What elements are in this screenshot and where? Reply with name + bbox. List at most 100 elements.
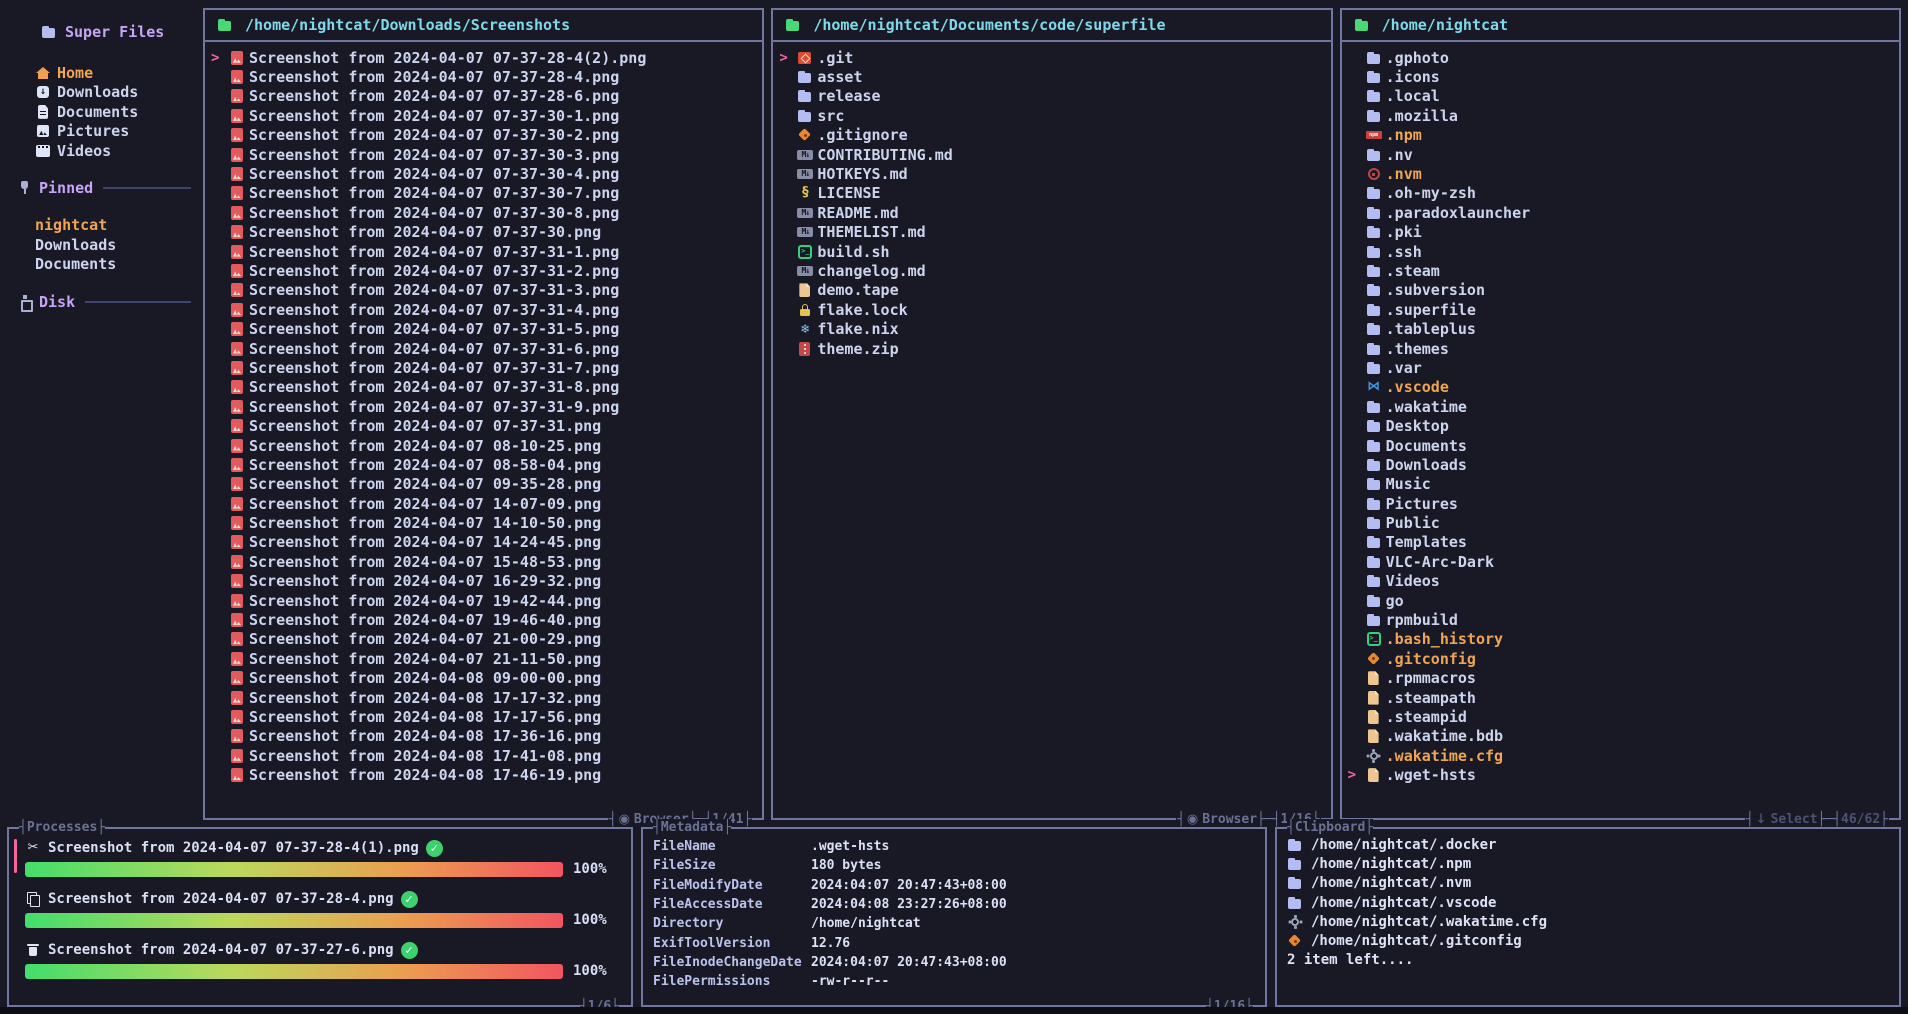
file-row[interactable]: LICENSE (779, 184, 1326, 203)
file-row[interactable]: theme.zip (779, 339, 1326, 358)
process-item[interactable]: Screenshot from 2024-04-07 07-37-28-4(1)… (25, 838, 615, 877)
file-row[interactable]: Screenshot from 2024-04-07 14-24-45.png (211, 533, 758, 552)
file-row[interactable]: .var (1348, 358, 1895, 377)
file-row[interactable]: .gphoto (1348, 48, 1895, 67)
file-row[interactable]: Pictures (1348, 494, 1895, 513)
file-row[interactable]: Screenshot from 2024-04-08 17-36-16.png (211, 727, 758, 746)
file-row[interactable]: .paradoxlauncher (1348, 203, 1895, 222)
file-row[interactable]: .superfile (1348, 300, 1895, 319)
file-row[interactable]: changelog.md (779, 261, 1326, 280)
file-row[interactable]: .bash_history (1348, 630, 1895, 649)
file-row[interactable]: .rpmmacros (1348, 669, 1895, 688)
file-row[interactable]: Screenshot from 2024-04-07 07-37-28-4.pn… (211, 67, 758, 86)
file-row[interactable]: release (779, 87, 1326, 106)
sidebar-item[interactable]: Documents (17, 102, 195, 121)
file-row[interactable]: flake.nix (779, 319, 1326, 338)
file-row[interactable]: Screenshot from 2024-04-07 07-37-30.png (211, 223, 758, 242)
file-row[interactable]: Screenshot from 2024-04-07 07-37-30-3.pn… (211, 145, 758, 164)
file-row[interactable]: .pki (1348, 223, 1895, 242)
file-row[interactable]: Screenshot from 2024-04-07 07-37-30-8.pn… (211, 203, 758, 222)
process-item[interactable]: Screenshot from 2024-04-07 07-37-27-6.pn… (25, 940, 615, 979)
file-row[interactable]: Screenshot from 2024-04-08 17-17-56.png (211, 707, 758, 726)
file-row[interactable]: Screenshot from 2024-04-07 14-10-50.png (211, 513, 758, 532)
file-row[interactable]: Desktop (1348, 416, 1895, 435)
file-row[interactable]: .icons (1348, 67, 1895, 86)
clipboard-item[interactable]: /home/nightcat/.docker (1287, 835, 1889, 854)
file-row[interactable]: Screenshot from 2024-04-07 07-37-31-9.pn… (211, 397, 758, 416)
file-row[interactable]: Screenshot from 2024-04-07 07-37-30-4.pn… (211, 164, 758, 183)
file-row[interactable]: HOTKEYS.md (779, 164, 1326, 183)
file-row[interactable]: demo.tape (779, 281, 1326, 300)
file-row[interactable]: .vscode (1348, 378, 1895, 397)
file-row[interactable]: flake.lock (779, 300, 1326, 319)
file-row[interactable]: .wget-hsts (1348, 765, 1895, 784)
file-row[interactable]: VLC-Arc-Dark (1348, 552, 1895, 571)
sidebar-item[interactable]: Downloads (17, 83, 195, 102)
file-row[interactable]: Screenshot from 2024-04-07 07-37-30-7.pn… (211, 184, 758, 203)
file-row[interactable]: .wakatime.bdb (1348, 727, 1895, 746)
pinned-item[interactable]: Documents (17, 255, 195, 274)
file-row[interactable]: Screenshot from 2024-04-07 07-37-28-4(2)… (211, 48, 758, 67)
file-row[interactable]: Screenshot from 2024-04-08 09-00-00.png (211, 669, 758, 688)
file-row[interactable]: build.sh (779, 242, 1326, 261)
file-row[interactable]: Screenshot from 2024-04-07 07-37-31-6.pn… (211, 339, 758, 358)
file-row[interactable]: .mozilla (1348, 106, 1895, 125)
file-row[interactable]: rpmbuild (1348, 610, 1895, 629)
process-item[interactable]: Screenshot from 2024-04-07 07-37-28-4.pn… (25, 889, 615, 928)
file-row[interactable]: .git (779, 48, 1326, 67)
file-row[interactable]: Screenshot from 2024-04-07 07-37-30-1.pn… (211, 106, 758, 125)
file-row[interactable]: Documents (1348, 436, 1895, 455)
file-row[interactable]: Screenshot from 2024-04-07 08-58-04.png (211, 455, 758, 474)
sidebar-item[interactable]: Pictures (17, 122, 195, 141)
file-row[interactable]: Screenshot from 2024-04-07 07-37-31.png (211, 416, 758, 435)
file-row[interactable]: Music (1348, 475, 1895, 494)
file-row[interactable]: Screenshot from 2024-04-07 07-37-31-8.pn… (211, 378, 758, 397)
file-row[interactable]: Screenshot from 2024-04-07 09-35-28.png (211, 475, 758, 494)
file-row[interactable]: Screenshot from 2024-04-08 17-41-08.png (211, 746, 758, 765)
file-row[interactable]: .wakatime (1348, 397, 1895, 416)
file-row[interactable]: Screenshot from 2024-04-07 19-46-40.png (211, 610, 758, 629)
clipboard-item[interactable]: /home/nightcat/.npm (1287, 854, 1889, 873)
file-row[interactable]: Screenshot from 2024-04-07 07-37-30-2.pn… (211, 126, 758, 145)
file-row[interactable]: Downloads (1348, 455, 1895, 474)
file-row[interactable]: Screenshot from 2024-04-07 16-29-32.png (211, 572, 758, 591)
file-row[interactable]: .subversion (1348, 281, 1895, 300)
file-row[interactable]: .tableplus (1348, 319, 1895, 338)
file-row[interactable]: .steampath (1348, 688, 1895, 707)
pinned-item[interactable]: nightcat (17, 216, 195, 235)
file-row[interactable]: Templates (1348, 533, 1895, 552)
clipboard-item[interactable]: /home/nightcat/.vscode (1287, 893, 1889, 912)
file-row[interactable]: .steam (1348, 261, 1895, 280)
file-row[interactable]: README.md (779, 203, 1326, 222)
file-row[interactable]: .ssh (1348, 242, 1895, 261)
file-row[interactable]: .gitconfig (1348, 649, 1895, 668)
file-row[interactable]: Screenshot from 2024-04-07 07-37-31-1.pn… (211, 242, 758, 261)
file-row[interactable]: Screenshot from 2024-04-07 19-42-44.png (211, 591, 758, 610)
file-row[interactable]: .npm (1348, 126, 1895, 145)
file-row[interactable]: Screenshot from 2024-04-07 21-00-29.png (211, 630, 758, 649)
file-row[interactable]: Videos (1348, 572, 1895, 591)
file-row[interactable]: Screenshot from 2024-04-07 07-37-31-3.pn… (211, 281, 758, 300)
file-row[interactable]: .local (1348, 87, 1895, 106)
file-row[interactable]: Screenshot from 2024-04-07 07-37-31-5.pn… (211, 319, 758, 338)
file-row[interactable]: Public (1348, 513, 1895, 532)
file-row[interactable]: Screenshot from 2024-04-07 07-37-31-2.pn… (211, 261, 758, 280)
file-row[interactable]: Screenshot from 2024-04-07 08-10-25.png (211, 436, 758, 455)
clipboard-item[interactable]: /home/nightcat/.nvm (1287, 874, 1889, 893)
file-row[interactable]: .wakatime.cfg (1348, 746, 1895, 765)
file-row[interactable]: Screenshot from 2024-04-08 17-17-32.png (211, 688, 758, 707)
pinned-item[interactable]: Downloads (17, 235, 195, 254)
file-row[interactable]: asset (779, 67, 1326, 86)
file-row[interactable]: Screenshot from 2024-04-08 17-46-19.png (211, 765, 758, 784)
file-row[interactable]: Screenshot from 2024-04-07 15-48-53.png (211, 552, 758, 571)
file-row[interactable]: .steampid (1348, 707, 1895, 726)
file-row[interactable]: THEMELIST.md (779, 223, 1326, 242)
clipboard-item[interactable]: /home/nightcat/.gitconfig (1287, 931, 1889, 950)
file-row[interactable]: .nvm (1348, 164, 1895, 183)
file-row[interactable]: Screenshot from 2024-04-07 07-37-31-4.pn… (211, 300, 758, 319)
file-row[interactable]: CONTRIBUTING.md (779, 145, 1326, 164)
file-row[interactable]: Screenshot from 2024-04-07 21-11-50.png (211, 649, 758, 668)
file-row[interactable]: Screenshot from 2024-04-07 14-07-09.png (211, 494, 758, 513)
file-row[interactable]: .themes (1348, 339, 1895, 358)
file-row[interactable]: .nv (1348, 145, 1895, 164)
